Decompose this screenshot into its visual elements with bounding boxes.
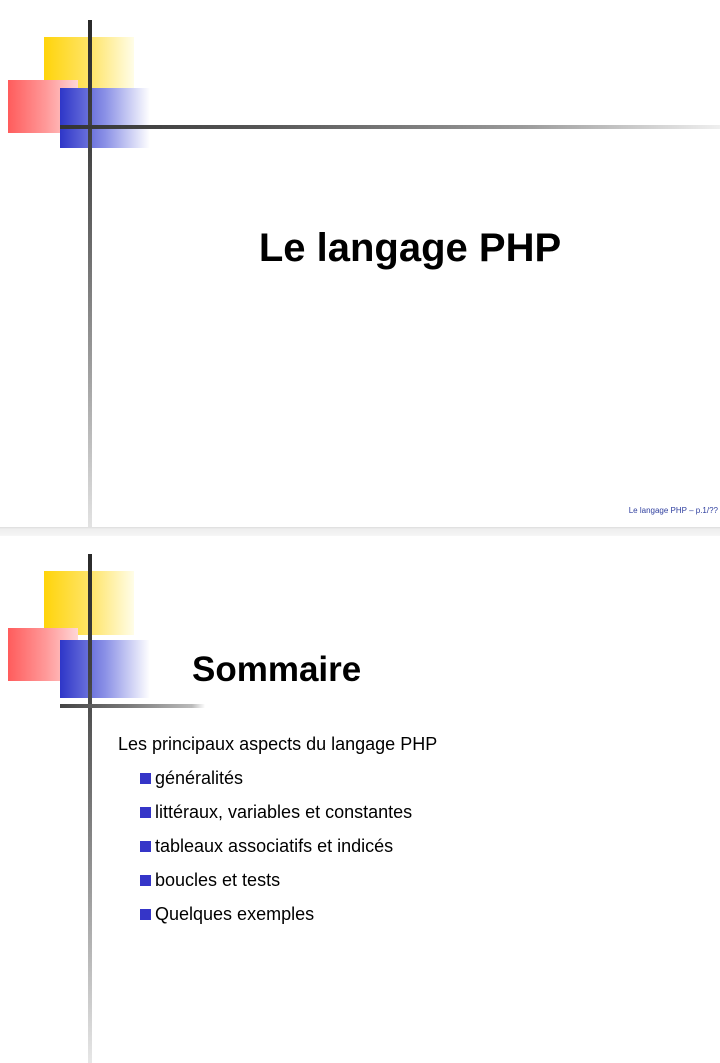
slide-separator [0,527,720,536]
square-bullet-icon [140,773,151,784]
list-item-label: boucles et tests [155,870,281,890]
list-item: tableaux associatifs et indicés [140,836,412,870]
decor-horizontal-line [60,125,720,129]
square-bullet-icon [140,909,151,920]
slide-sommaire: Sommaire Les principaux aspects du langa… [0,536,720,1063]
decor-blue-square [60,640,150,698]
list-item-label: généralités [155,768,244,788]
slide-title: Le langage PHP Le langage PHP – p.1/?? [0,0,720,527]
square-bullet-icon [140,841,151,852]
decor-blue-square [60,88,150,148]
list-item: boucles et tests [140,870,412,904]
slide-footer: Le langage PHP – p.1/?? [628,506,718,515]
topic-list: généralités littéraux, variables et cons… [140,768,412,938]
decor-horizontal-line [60,704,720,708]
list-item-label: littéraux, variables et constantes [155,802,413,822]
square-bullet-icon [140,875,151,886]
decor-vertical-line [88,554,92,1063]
list-item-label: Quelques exemples [155,904,315,924]
slide-intro-text: Les principaux aspects du langage PHP [118,734,438,754]
slide-title-text: Le langage PHP [258,226,562,270]
slide-heading: Sommaire [192,650,362,689]
list-item: généralités [140,768,412,802]
list-item: Quelques exemples [140,904,412,938]
square-bullet-icon [140,807,151,818]
list-item-label: tableaux associatifs et indicés [155,836,394,856]
list-item: littéraux, variables et constantes [140,802,412,836]
decor-vertical-line [88,20,92,527]
